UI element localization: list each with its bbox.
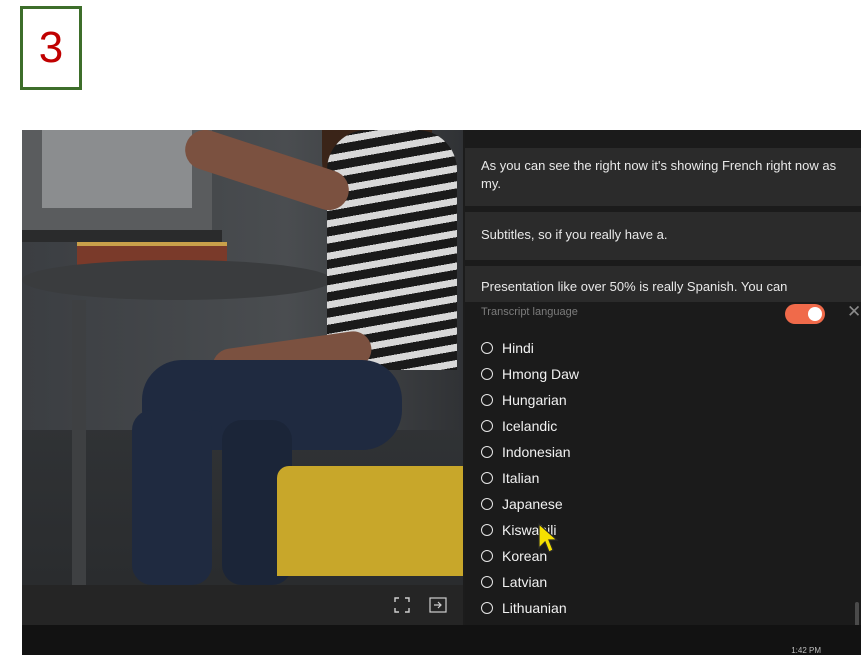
video-table-leg xyxy=(72,300,86,585)
radio-icon[interactable] xyxy=(481,394,493,406)
mouse-cursor-icon xyxy=(538,522,559,553)
video-table xyxy=(22,260,332,300)
taskbar-clock: 1:42 PM xyxy=(791,646,821,655)
radio-icon[interactable] xyxy=(481,602,493,614)
language-option-hungarian[interactable]: Hungarian xyxy=(481,388,567,412)
language-label: Hungarian xyxy=(502,392,567,408)
radio-icon[interactable] xyxy=(481,342,493,354)
language-option-japanese[interactable]: Japanese xyxy=(481,492,563,516)
radio-icon[interactable] xyxy=(481,472,493,484)
language-label: Lithuanian xyxy=(502,600,567,616)
caption-entry: As you can see the right now it's showin… xyxy=(465,148,861,206)
radio-icon[interactable] xyxy=(481,420,493,432)
language-option-indonesian[interactable]: Indonesian xyxy=(481,440,571,464)
language-option-italian[interactable]: Italian xyxy=(481,466,539,490)
video-person-shin xyxy=(132,410,212,585)
language-option-hindi[interactable]: Hindi xyxy=(481,336,534,360)
meeting-window: 1:42 PM As you can see the right now it'… xyxy=(22,130,861,655)
radio-icon[interactable] xyxy=(481,498,493,510)
radio-icon[interactable] xyxy=(481,368,493,380)
video-laptop-base xyxy=(22,230,222,242)
language-label: Icelandic xyxy=(502,418,558,434)
language-option-icelandic[interactable]: Icelandic xyxy=(481,414,557,438)
live-captions-panel: As you can see the right now it's showin… xyxy=(465,130,861,625)
video-feed xyxy=(22,130,463,585)
language-label: Hindi xyxy=(502,340,534,356)
radio-icon[interactable] xyxy=(481,550,493,562)
transcript-language-header: Transcript language xyxy=(481,306,578,318)
language-option-lithuanian[interactable]: Lithuanian xyxy=(481,596,567,620)
toggle-knob xyxy=(808,307,822,321)
language-label: Indonesian xyxy=(502,444,571,460)
radio-icon[interactable] xyxy=(481,524,493,536)
language-list-scrollbar[interactable] xyxy=(855,602,859,625)
radio-icon[interactable] xyxy=(481,446,493,458)
transcript-toggle[interactable] xyxy=(785,304,825,324)
taskbar xyxy=(22,625,861,655)
caption-entry: Presentation like over 50% is really Spa… xyxy=(465,266,861,306)
popout-icon[interactable] xyxy=(427,594,449,616)
caption-entry: Subtitles, so if you really have a. xyxy=(465,212,861,260)
language-label: Italian xyxy=(502,470,540,486)
video-laptop-screen xyxy=(42,130,192,208)
language-label: Hmong Daw xyxy=(502,366,580,382)
language-label: Latvian xyxy=(502,574,548,590)
expand-icon[interactable] xyxy=(391,594,413,616)
video-chair xyxy=(277,466,463,576)
close-icon[interactable]: ✕ xyxy=(847,302,861,322)
step-number-badge: 3 xyxy=(20,6,82,90)
radio-icon[interactable] xyxy=(481,576,493,588)
language-option-hmong-daw[interactable]: Hmong Daw xyxy=(481,362,579,386)
video-controls-bar xyxy=(22,585,463,625)
transcript-language-menu: Transcript language ✕ Hindi Hmong Daw Hu… xyxy=(465,302,861,625)
language-option-latvian[interactable]: Latvian xyxy=(481,570,547,594)
language-label: Japanese xyxy=(502,496,563,512)
